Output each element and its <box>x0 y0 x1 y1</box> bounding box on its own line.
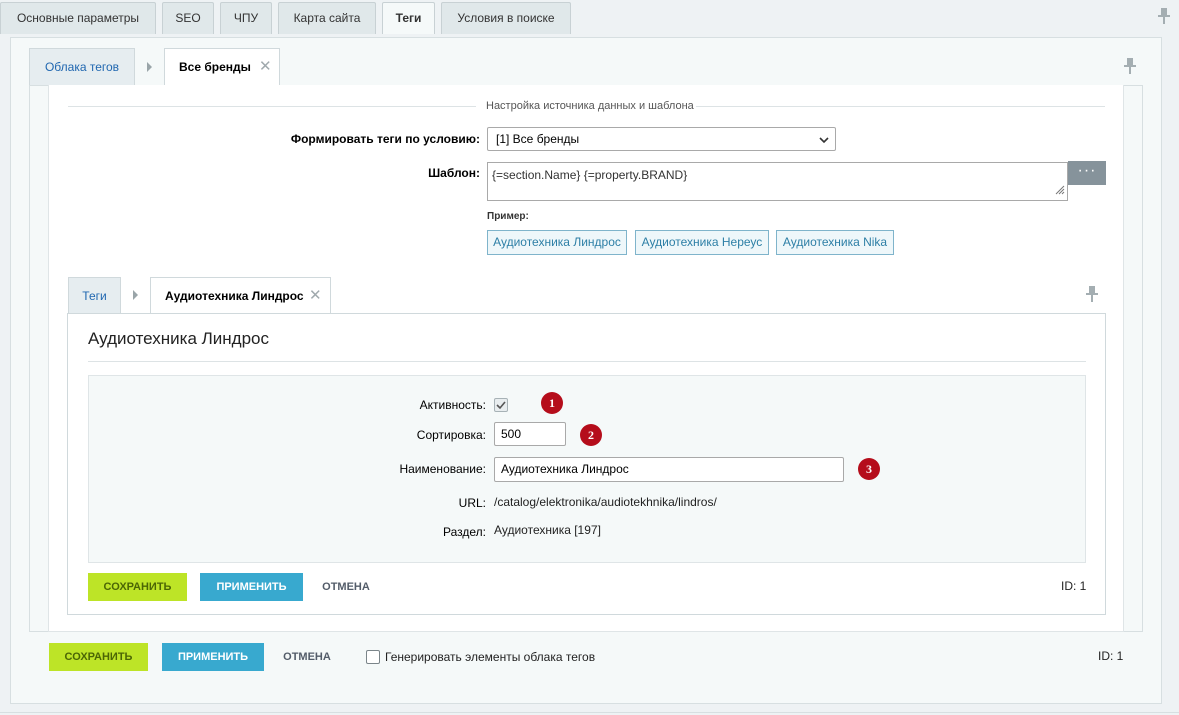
insert-macro-button[interactable]: ··· <box>1068 161 1106 185</box>
tab-tags[interactable]: Теги <box>382 2 435 34</box>
tab-tag-clouds[interactable]: Облака тегов <box>29 48 135 85</box>
tab-chpu[interactable]: ЧПУ <box>220 2 272 34</box>
pin-icon[interactable] <box>1158 8 1170 24</box>
save-button[interactable]: СОХРАНИТЬ <box>49 643 148 671</box>
example-label: Пример: <box>487 211 529 222</box>
generate-checkbox[interactable] <box>366 650 380 664</box>
tag-edit-title: Аудиотехника Линдрос <box>88 329 269 348</box>
name-input[interactable]: Аудиотехника Линдрос <box>494 457 844 482</box>
url-label: URL: <box>458 496 486 510</box>
step-badge: 2 <box>580 424 602 446</box>
condition-label: Формировать теги по условию: <box>290 132 480 146</box>
apply-button[interactable]: ПРИМЕНИТЬ <box>200 573 303 601</box>
example-chip: Аудиотехника Нереус <box>635 230 769 255</box>
template-label: Шаблон: <box>428 166 480 180</box>
chevron-down-icon <box>819 132 829 154</box>
panel-top-border <box>10 34 1162 38</box>
title-divider <box>88 361 1086 362</box>
name-label: Наименование: <box>399 462 486 476</box>
tab-main-params[interactable]: Основные параметры <box>0 2 156 34</box>
tab-current-tag-label: Аудиотехника Линдрос <box>165 289 304 303</box>
active-label: Активность: <box>419 398 486 412</box>
bottom-divider <box>0 712 1179 713</box>
example-chip: Аудиотехника Nika <box>776 230 894 255</box>
resize-handle-icon[interactable] <box>1055 184 1065 198</box>
record-id: ID: 1 <box>1098 649 1124 663</box>
example-chip: Аудиотехника Линдрос <box>487 230 627 255</box>
tab-arrow-icon <box>133 290 138 300</box>
legend-divider <box>68 106 476 107</box>
section-legend: Настройка источника данных и шаблона <box>486 100 694 112</box>
condition-select[interactable]: [1] Все бренды <box>487 127 836 151</box>
save-button[interactable]: СОХРАНИТЬ <box>88 573 187 601</box>
cancel-button[interactable]: ОТМЕНА <box>274 643 340 671</box>
tab-current-tag[interactable]: Аудиотехника Линдрос <box>150 277 331 314</box>
tab-sitemap[interactable]: Карта сайта <box>278 2 376 34</box>
template-textarea[interactable]: {=section.Name} {=property.BRAND} <box>487 162 1068 201</box>
active-checkbox[interactable] <box>494 398 508 412</box>
url-value: /catalog/elektronika/audiotekhnika/lindr… <box>494 495 717 509</box>
step-badge: 3 <box>858 458 880 480</box>
generate-label: Генерировать элементы облака тегов <box>385 650 596 664</box>
step-badge: 1 <box>541 392 563 414</box>
pin-icon[interactable] <box>1124 58 1136 74</box>
tab-arrow-icon <box>147 62 152 72</box>
sort-input[interactable]: 500 <box>494 422 566 446</box>
cancel-button[interactable]: ОТМЕНА <box>312 573 380 601</box>
tab-tags-list[interactable]: Теги <box>68 277 121 314</box>
tab-seo[interactable]: SEO <box>162 2 214 34</box>
pin-icon[interactable] <box>1086 286 1098 302</box>
legend-divider <box>696 106 1105 107</box>
sort-label: Сортировка: <box>416 428 486 442</box>
template-value: {=section.Name} {=property.BRAND} <box>492 168 688 182</box>
section-label: Раздел: <box>443 525 486 539</box>
record-id: ID: 1 <box>1061 579 1087 593</box>
close-icon[interactable]: ✕ <box>309 288 322 303</box>
apply-button[interactable]: ПРИМЕНИТЬ <box>162 643 264 671</box>
close-icon[interactable]: ✕ <box>259 59 272 74</box>
tab-all-brands-label: Все бренды <box>179 60 251 74</box>
tab-search-conditions[interactable]: Условия в поиске <box>441 2 571 34</box>
condition-select-value: [1] Все бренды <box>496 132 580 146</box>
section-value: Аудиотехника [197] <box>494 523 601 537</box>
